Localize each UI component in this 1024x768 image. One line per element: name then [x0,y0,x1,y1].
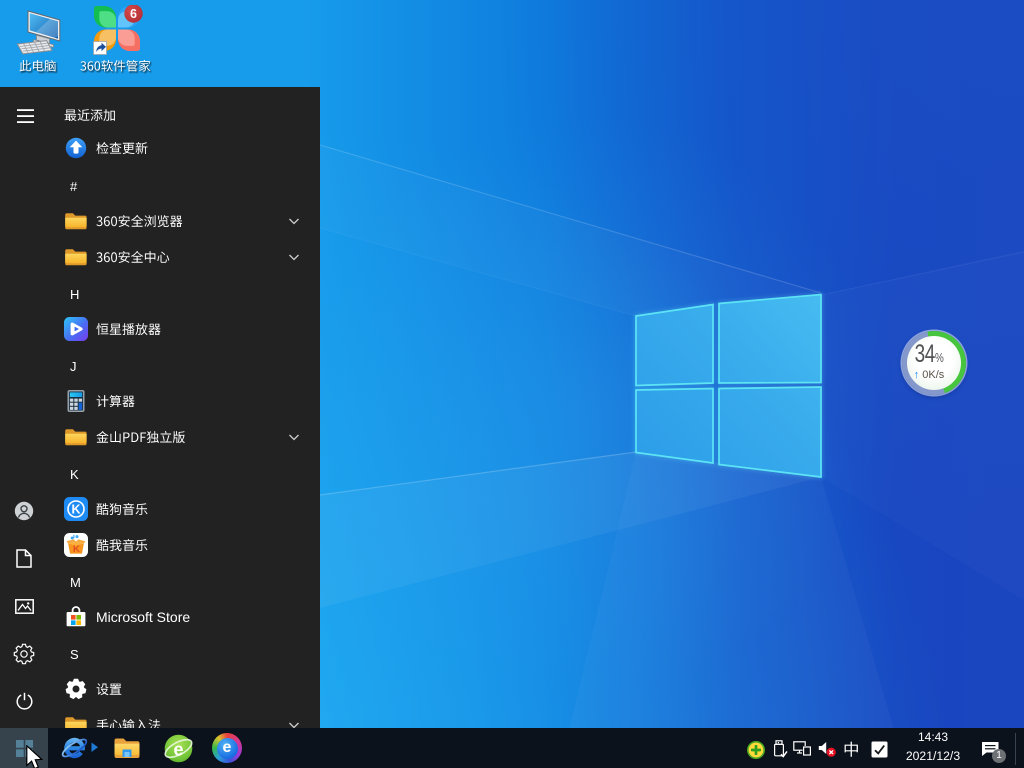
svg-text:K: K [73,544,80,555]
svg-text:K: K [71,502,80,516]
svg-text:e: e [173,740,183,760]
svg-text:6: 6 [130,7,137,21]
